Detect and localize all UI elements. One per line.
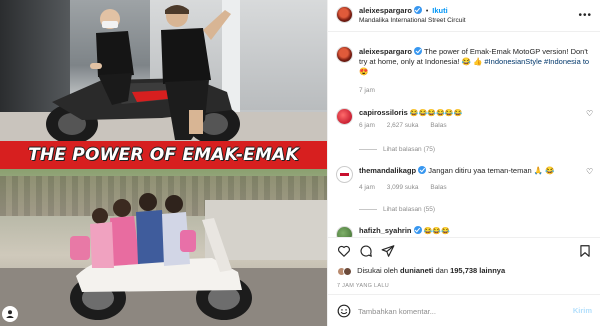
rider-right (161, 5, 231, 140)
verified-icon (418, 166, 427, 175)
add-comment-bar: Kirim (328, 294, 600, 326)
view-replies-button[interactable]: Lihat balasan (75) (359, 146, 435, 153)
bookmark-icon[interactable] (578, 244, 592, 258)
caption-text: THE POWER OF EMAK-EMAK (28, 145, 299, 165)
comment-text: 😂😂😂😂😂😂 (409, 110, 463, 117)
commenter-username[interactable]: hafizh_syahrin (359, 226, 412, 235)
commenter-username[interactable]: themandalikagp (359, 166, 416, 175)
liked-by-count[interactable]: 195,738 lainnya (450, 266, 505, 275)
caption-banner: THE POWER OF EMAK-EMAK (0, 141, 327, 169)
reply-button[interactable]: Balas (430, 184, 446, 191)
comment-like-icon[interactable]: ♡ (586, 168, 594, 176)
liker-avatar (343, 266, 352, 276)
post-header: aleixespargaro • Ikuti Mandalika Interna… (328, 0, 600, 32)
post-image[interactable]: THE POWER OF EMAK-EMAK (0, 0, 327, 326)
emoji-icon[interactable] (337, 304, 351, 318)
reply-button[interactable]: Balas (430, 122, 446, 129)
author-avatar[interactable] (336, 6, 353, 23)
location-link[interactable]: Mandalika International Street Circuit (359, 17, 466, 24)
comment-text: Jangan ditiru yaa teman-teman 🙏 😂 (428, 166, 555, 175)
comment-input[interactable] (358, 303, 558, 319)
follow-button[interactable]: Ikuti (432, 6, 447, 15)
like-heart-icon[interactable] (337, 244, 351, 258)
user-tag-icon[interactable] (2, 306, 18, 322)
verified-icon (414, 47, 423, 56)
comment-text: 😂😂😂 (423, 228, 450, 235)
post-comment-button[interactable]: Kirim (573, 306, 592, 315)
view-replies-button[interactable]: Lihat balasan (55) (359, 206, 435, 213)
liked-by-user[interactable]: dunianeti (400, 266, 433, 275)
comment-likes[interactable]: 2,627 suka (387, 122, 419, 129)
caption-username[interactable]: aleixespargaro (359, 47, 412, 56)
comment-time: 6 jam (359, 122, 375, 129)
share-send-icon[interactable] (381, 244, 395, 258)
commenter-username[interactable]: capirossiloris (359, 108, 408, 117)
liked-by-prefix: Disukai oleh (357, 266, 398, 275)
liked-by-and: dan (435, 266, 448, 275)
garage-scene (0, 0, 327, 145)
verified-icon (413, 226, 422, 235)
commenter-avatar[interactable] (336, 108, 353, 125)
caption-timestamp: 7 jam (359, 87, 375, 94)
scooter-family (70, 193, 252, 320)
comment-like-icon[interactable]: ♡ (586, 110, 594, 118)
commenter-avatar[interactable] (336, 166, 353, 183)
post-actions: Disukai oleh dunianeti dan 195,738 lainn… (328, 237, 600, 326)
comment-time: 4 jam (359, 184, 375, 191)
post-time-ago: 7 JAM YANG LALU (337, 283, 389, 289)
likes-summary[interactable]: Disukai oleh dunianeti dan 195,738 lainn… (337, 266, 505, 276)
post-details-panel: aleixespargaro • Ikuti Mandalika Interna… (327, 0, 600, 326)
author-username[interactable]: aleixespargaro (359, 6, 412, 15)
more-options-icon[interactable]: ••• (578, 10, 592, 21)
caption-avatar[interactable] (336, 46, 353, 63)
comment-bubble-icon[interactable] (359, 244, 373, 258)
verified-icon (413, 6, 422, 15)
separator-dot: • (425, 8, 429, 15)
comment-likes[interactable]: 3,099 suka (387, 184, 419, 191)
